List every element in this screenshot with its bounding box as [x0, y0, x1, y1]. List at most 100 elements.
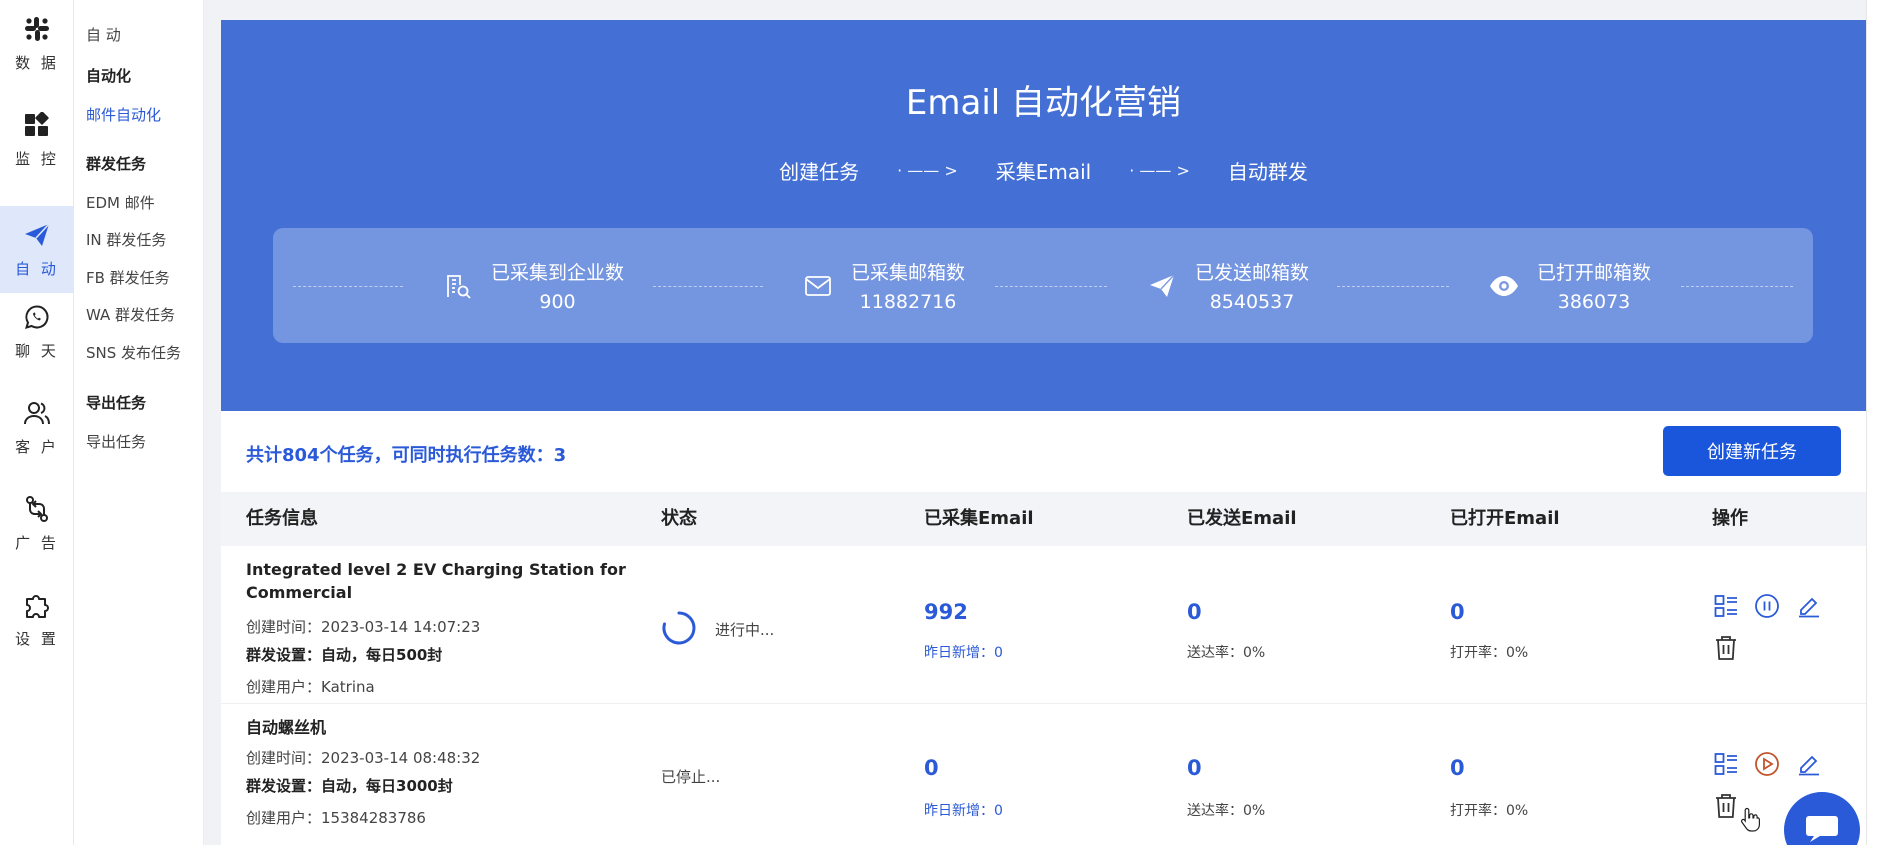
step-arrow: · —— >: [897, 161, 958, 180]
divider: [1681, 286, 1793, 287]
table-row: 自动螺丝机 创建时间：2023-03-14 08:48:32 群发设置：自动，每…: [221, 704, 1866, 845]
workflow-steps: 创建任务 · —— > 采集Email · —— > 自动群发: [221, 156, 1866, 185]
delete-icon[interactable]: [1712, 634, 1740, 662]
sub-sidebar: 自 动 自动化 邮件自动化 群发任务 EDM 邮件 IN 群发任务 FB 群发任…: [74, 0, 204, 845]
git-compare-icon: [22, 494, 52, 524]
divider: [293, 286, 403, 287]
stat-value: 8540537: [1209, 291, 1295, 313]
divider: [995, 286, 1107, 287]
column-header-actions: 操作: [1712, 508, 1748, 529]
opened-count: 0: [1450, 756, 1465, 780]
rail-item-label: 广 告: [15, 534, 59, 552]
table-header: 任务信息 状态 已采集Email 已发送Email 已打开Email 操作: [221, 492, 1866, 546]
eye-icon: [1487, 269, 1521, 303]
rail-item-ads[interactable]: 广 告: [0, 480, 74, 567]
collected-new-yesterday: 昨日新增：0: [924, 803, 1003, 819]
subnav-item-sns-task[interactable]: SNS 发布任务: [86, 342, 181, 363]
stat-value: 900: [539, 291, 576, 313]
stat-emails-sent: 已发送邮箱数 8540537: [1145, 228, 1309, 343]
rail-item-auto[interactable]: 自 动: [0, 206, 74, 293]
delivery-rate: 送达率：0%: [1187, 803, 1266, 819]
step-arrow: · —— >: [1129, 161, 1190, 180]
subnav-item-wa-task[interactable]: WA 群发任务: [86, 304, 175, 325]
users-icon: [22, 398, 52, 428]
rail-item-label: 聊 天: [15, 342, 59, 360]
stat-companies: 已采集到企业数 900: [441, 228, 624, 343]
step-create-task: 创建任务: [779, 160, 860, 184]
stat-value: 11882716: [859, 291, 957, 313]
task-send-settings: 群发设置：自动，每日500封: [246, 646, 443, 664]
column-header-collected: 已采集Email: [924, 508, 1034, 529]
chat-bubble-icon: [1806, 816, 1838, 842]
loading-spinner-icon: [661, 610, 697, 650]
task-created-time: 创建时间：2023-03-14 08:48:32: [246, 749, 481, 767]
subnav-item-edm[interactable]: EDM 邮件: [86, 192, 155, 213]
rail-item-monitor[interactable]: 监 控: [0, 96, 74, 183]
stat-emails-collected: 已采集邮箱数 11882716: [801, 228, 965, 343]
rail-item-customers[interactable]: 客 户: [0, 384, 74, 471]
collected-count: 992: [924, 600, 968, 624]
subnav-group-mass-tasks: 群发任务: [86, 155, 147, 173]
stat-label: 已发送邮箱数: [1195, 262, 1310, 284]
step-collect-email: 采集Email: [995, 160, 1092, 184]
column-header-opened: 已打开Email: [1450, 508, 1560, 529]
whatsapp-icon: [22, 302, 52, 332]
column-header-task-info: 任务信息: [246, 508, 318, 529]
divider: [1337, 286, 1449, 287]
pause-icon[interactable]: [1753, 592, 1781, 620]
sent-count: 0: [1187, 600, 1202, 624]
puzzle-icon: [22, 590, 52, 620]
delete-icon[interactable]: [1712, 792, 1740, 820]
building-search-icon: [441, 269, 475, 303]
open-rate: 打开率：0%: [1450, 803, 1529, 819]
subnav-section-title: 自 动: [86, 26, 121, 44]
task-summary: 共计804个任务，可同时执行任务数：3: [246, 445, 567, 466]
rail-item-label: 设 置: [15, 630, 59, 648]
subnav-item-email-automation[interactable]: 邮件自动化: [86, 104, 161, 125]
create-task-button[interactable]: 创建新任务: [1663, 426, 1841, 476]
stat-label: 已采集到企业数: [491, 262, 625, 284]
table-row: Integrated level 2 EV Charging Station f…: [221, 546, 1866, 704]
hero-banner: Email 自动化营销 创建任务 · —— > 采集Email · —— > 自…: [221, 20, 1866, 411]
edit-icon[interactable]: [1795, 592, 1823, 620]
sent-count: 0: [1187, 756, 1202, 780]
column-header-sent: 已发送Email: [1187, 508, 1297, 529]
subnav-item-export-task[interactable]: 导出任务: [86, 431, 146, 452]
rail-item-chat[interactable]: 聊 天: [0, 288, 74, 375]
page-title: Email 自动化营销: [905, 83, 1182, 123]
stat-value: 386073: [1557, 291, 1631, 313]
subnav-item-in-task[interactable]: IN 群发任务: [86, 229, 166, 250]
task-name[interactable]: 自动螺丝机: [246, 716, 626, 739]
dashboard-tiles-icon: [22, 110, 52, 140]
status-text: 已停止...: [661, 768, 721, 786]
divider: [653, 286, 763, 287]
play-icon[interactable]: [1753, 750, 1781, 778]
subnav-item-fb-task[interactable]: FB 群发任务: [86, 267, 170, 288]
rail-item-label: 监 控: [15, 150, 59, 168]
rail-item-label: 客 户: [15, 438, 59, 456]
mail-icon: [801, 269, 835, 303]
opened-count: 0: [1450, 600, 1465, 624]
slack-grid-icon: [22, 14, 52, 44]
task-creator: 创建用户：15384283786: [246, 809, 426, 827]
rail-item-settings[interactable]: 设 置: [0, 576, 74, 663]
subnav-group-export: 导出任务: [86, 394, 147, 412]
task-send-settings: 群发设置：自动，每日3000封: [246, 777, 453, 795]
collected-count: 0: [924, 756, 939, 780]
stats-panel: 已采集到企业数 900 已采集邮箱数 11882716 已发送邮箱数 85405…: [273, 228, 1813, 343]
edit-icon[interactable]: [1795, 750, 1823, 778]
task-name[interactable]: Integrated level 2 EV Charging Station f…: [246, 558, 626, 604]
paper-plane-icon: [22, 220, 52, 250]
rail-item-label: 自 动: [15, 260, 59, 278]
rail-item-data[interactable]: 数 据: [0, 0, 74, 87]
task-creator: 创建用户：Katrina: [246, 678, 375, 696]
details-list-icon[interactable]: [1712, 592, 1740, 620]
collected-new-yesterday: 昨日新增：0: [924, 645, 1003, 661]
send-icon: [1145, 269, 1179, 303]
step-auto-send: 自动群发: [1227, 160, 1308, 184]
status-text: 进行中...: [715, 621, 775, 639]
subnav-group-automation: 自动化: [86, 67, 132, 85]
hand-cursor-icon: [1740, 806, 1762, 836]
stat-label: 已打开邮箱数: [1537, 262, 1652, 284]
details-list-icon[interactable]: [1712, 750, 1740, 778]
